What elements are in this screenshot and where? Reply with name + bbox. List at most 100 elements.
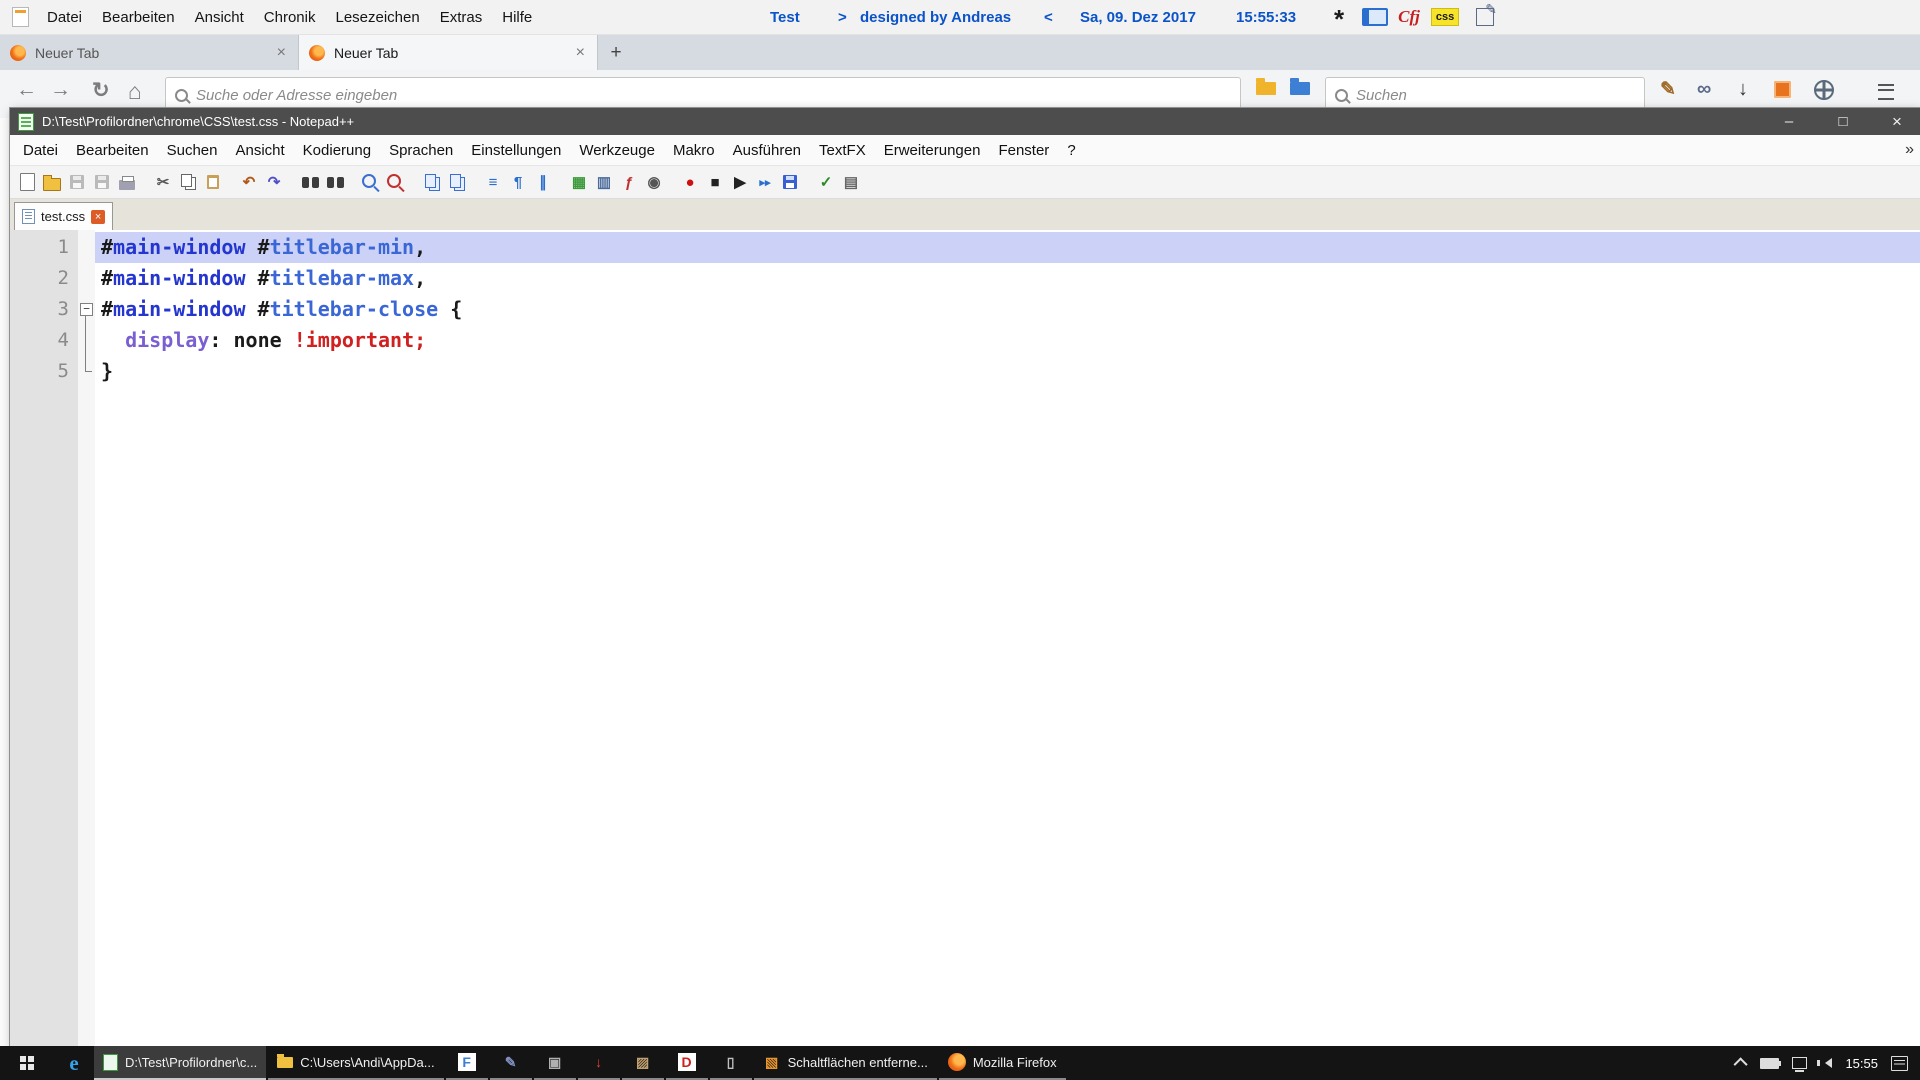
user-define-dialog-icon[interactable]: ▦ (568, 171, 590, 193)
download-icon[interactable]: ↓ (1738, 78, 1748, 101)
npp-menu-datei[interactable]: Datei (14, 142, 67, 159)
npp-menu-kodierung[interactable]: Kodierung (294, 142, 380, 159)
taskbar-pen-app-button[interactable]: ✎ (490, 1046, 532, 1080)
record-macro-icon[interactable]: ● (679, 171, 701, 193)
taskbar-phone-app-button[interactable]: ▯ (710, 1046, 752, 1080)
file-monitor-icon[interactable]: ◉ (643, 171, 665, 193)
home-icon[interactable]: ⌂ (128, 78, 142, 105)
custom-toolbar-right-arrow[interactable]: > (838, 9, 847, 26)
open-icon[interactable] (41, 171, 63, 193)
npp-menu-textfx[interactable]: TextFX (810, 142, 875, 159)
undo-icon[interactable]: ↶ (238, 171, 260, 193)
firefox-menu-chronik[interactable]: Chronik (254, 9, 326, 26)
edge-icon[interactable]: e (54, 1046, 94, 1080)
minimize-button[interactable]: – (1766, 108, 1812, 135)
stop-macro-icon[interactable]: ■ (704, 171, 726, 193)
bookmarks-folder-yellow-icon[interactable] (1256, 82, 1276, 95)
document-tab-testcss[interactable]: test.css × (14, 202, 113, 230)
firefox-menu-extras[interactable]: Extras (430, 9, 493, 26)
npp-menu-fenster[interactable]: Fenster (989, 142, 1058, 159)
close-button[interactable]: × (1874, 108, 1920, 135)
network-icon[interactable] (1792, 1057, 1807, 1069)
code-line-4[interactable]: display: none !important; (95, 325, 1920, 356)
new-file-icon[interactable] (16, 171, 38, 193)
word-wrap-icon[interactable]: ≡ (482, 171, 504, 193)
tab-close-icon[interactable]: × (574, 44, 587, 62)
volume-icon[interactable] (1820, 1058, 1832, 1068)
npp-menu-suchen[interactable]: Suchen (158, 142, 227, 159)
firefox-menu-lesezeichen[interactable]: Lesezeichen (325, 9, 429, 26)
maximize-button[interactable]: □ (1820, 108, 1866, 135)
custom-toolbar-left-arrow[interactable]: < (1044, 9, 1053, 26)
indent-guide-icon[interactable]: ∥ (532, 171, 554, 193)
taskbar-d-app-button[interactable]: D (666, 1046, 708, 1080)
glasses-icon[interactable]: ∞ (1697, 78, 1711, 101)
gear-icon[interactable]: * (1326, 4, 1352, 30)
fold-collapse-icon[interactable] (78, 294, 95, 325)
brush-icon[interactable]: ✎ (1660, 78, 1676, 101)
npp-menu-makro[interactable]: Makro (664, 142, 724, 159)
cut-icon[interactable]: ✂ (152, 171, 174, 193)
code-line-2[interactable]: #main-window #titlebar-max, (95, 263, 1920, 294)
print-icon[interactable] (116, 171, 138, 193)
run-macro-multiple-icon[interactable]: ▸▸ (754, 171, 776, 193)
css-badge-icon[interactable]: css (1432, 4, 1458, 30)
code-editor[interactable]: 12345 #main-window #titlebar-min,#main-w… (10, 230, 1920, 1046)
save-all-icon[interactable] (91, 171, 113, 193)
browser-tab-1[interactable]: Neuer Tab × (0, 35, 299, 70)
firefox-menu-hilfe[interactable]: Hilfe (492, 9, 542, 26)
show-all-chars-icon[interactable]: ¶ (507, 171, 529, 193)
npp-menu-?[interactable]: ? (1058, 142, 1084, 159)
document-tab-close-icon[interactable]: × (91, 210, 105, 224)
taskbar-gray-app-button[interactable]: ▣ (534, 1046, 576, 1080)
code-area[interactable]: #main-window #titlebar-min,#main-window … (95, 230, 1920, 1046)
doc-switcher-icon[interactable]: ▤ (840, 171, 862, 193)
custom-toolbar-designed-label[interactable]: designed by Andreas (860, 9, 1011, 26)
custom-toolbar-test-label[interactable]: Test (770, 9, 800, 26)
new-tab-button[interactable]: + (598, 35, 634, 70)
taskbar-tan-app-button[interactable]: ▨ (622, 1046, 664, 1080)
action-center-icon[interactable] (1891, 1056, 1908, 1071)
paste-icon[interactable] (202, 171, 224, 193)
doc-map-icon[interactable]: ▥ (593, 171, 615, 193)
sync-horizontal-icon[interactable] (446, 171, 468, 193)
tray-expand-icon[interactable] (1734, 1057, 1748, 1071)
firefox-menu-ansicht[interactable]: Ansicht (185, 9, 254, 26)
code-line-5[interactable]: } (95, 356, 1920, 387)
bookmarks-folder-blue-icon[interactable] (1290, 82, 1310, 95)
npp-menu-einstellungen[interactable]: Einstellungen (462, 142, 570, 159)
npp-menu-ansicht[interactable]: Ansicht (226, 142, 293, 159)
code-line-3[interactable]: #main-window #titlebar-close { (95, 294, 1920, 325)
npp-menu-ausfhren[interactable]: Ausführen (724, 142, 810, 159)
npp-menu-werkzeuge[interactable]: Werkzeuge (570, 142, 664, 159)
globe-icon[interactable] (1814, 80, 1834, 106)
play-macro-icon[interactable]: ▶ (729, 171, 751, 193)
save-icon[interactable] (66, 171, 88, 193)
taskbar-schaltflaechen-button[interactable]: ▧Schaltflächen entferne... (754, 1046, 937, 1080)
function-list-icon[interactable]: ƒ (618, 171, 640, 193)
taskbar-explorer-button[interactable]: C:\Users\Andi\AppDa... (268, 1046, 443, 1080)
firefox-menu-datei[interactable]: Datei (37, 9, 92, 26)
firefox-menu-bearbeiten[interactable]: Bearbeiten (92, 9, 185, 26)
code-line-1[interactable]: #main-window #titlebar-min, (95, 232, 1920, 263)
compose-icon[interactable] (1472, 4, 1498, 30)
sidebar-toggle-icon[interactable] (1362, 4, 1388, 30)
find-icon[interactable] (299, 171, 321, 193)
notepadpp-titlebar[interactable]: D:\Test\Profilordner\chrome\CSS\test.css… (10, 108, 1920, 135)
npp-menu-bearbeiten[interactable]: Bearbeiten (67, 142, 158, 159)
zoom-in-icon[interactable] (360, 171, 382, 193)
menu-hamburger-icon[interactable] (1878, 82, 1894, 106)
redo-icon[interactable]: ↷ (263, 171, 285, 193)
reload-icon[interactable]: ↻ (92, 78, 110, 103)
copy-icon[interactable] (177, 171, 199, 193)
start-button[interactable] (0, 1046, 54, 1080)
taskbar-firefox-button[interactable]: Mozilla Firefox (939, 1046, 1066, 1080)
npp-menu-erweiterungen[interactable]: Erweiterungen (875, 142, 990, 159)
back-icon[interactable]: ← (16, 78, 37, 102)
battery-icon[interactable] (1760, 1058, 1779, 1069)
tab-close-icon[interactable]: × (275, 44, 288, 62)
save-macro-icon[interactable] (779, 171, 801, 193)
browser-tab-2-active[interactable]: Neuer Tab × (299, 35, 598, 70)
fold-margin[interactable] (78, 230, 95, 1046)
cfj-logo-icon[interactable]: Cfj (1396, 4, 1422, 30)
